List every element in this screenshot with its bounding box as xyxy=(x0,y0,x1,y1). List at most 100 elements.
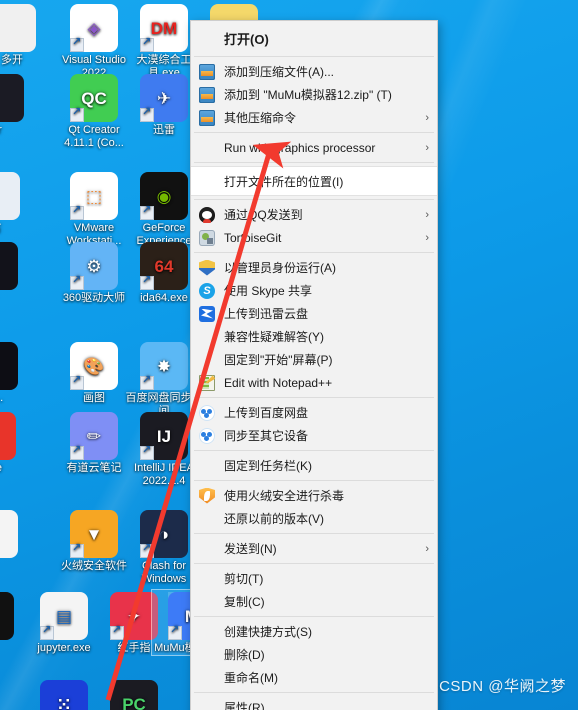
menu-item[interactable]: 删除(D) xyxy=(191,643,437,666)
desktop-icon-visual-studio-icon[interactable]: ◈Visual Studio 2022 xyxy=(54,2,134,80)
desktop-icon-generic-circle-icon[interactable]: m... xyxy=(0,340,34,405)
menu-item[interactable]: Edit with Notepad++ xyxy=(191,371,437,394)
desktop-icon-label: 有道云笔记 xyxy=(66,462,122,474)
menu-item[interactable]: S 使用 Skype 共享 xyxy=(191,279,437,302)
desktop-icon-label: 古 xyxy=(0,222,36,235)
desktop-icon-youdao-note-icon[interactable]: ✏ 有道云笔记 xyxy=(54,410,134,475)
ida64-icon: 64 xyxy=(140,242,188,290)
desktop-icon-huorong-security-icon[interactable]: ▼ 火绒安全软件 xyxy=(54,508,134,573)
menu-item-label: 剪切(T) xyxy=(224,572,264,586)
menu-icon-placeholder xyxy=(199,700,215,710)
chevron-right-icon: › xyxy=(425,141,429,154)
desktop-icon-vmware-icon[interactable]: ⬚VMware Workstati... xyxy=(54,170,134,248)
desktop-icon-360-driver-master-icon[interactable]: ⚙ 360驱动大师 xyxy=(54,240,134,305)
menu-item-label: TortoiseGit xyxy=(224,230,282,245)
multi-open-icon-art xyxy=(0,4,36,52)
menu-item[interactable]: 打开(O) xyxy=(191,23,437,53)
shortcut-arrow-icon xyxy=(70,274,84,290)
desktop-icon-pycharm-icon[interactable]: PC xyxy=(94,678,174,710)
generic-dark-icon-art xyxy=(0,74,24,122)
menu-item[interactable]: 还原以前的版本(V) xyxy=(191,507,437,530)
desktop-icon-label: r xyxy=(0,124,40,137)
baidu-icon xyxy=(199,404,215,421)
menu-item-label: 复制(C) xyxy=(224,595,265,609)
menu-item[interactable]: 创建快捷方式(S) xyxy=(191,620,437,643)
visual-studio-icon: ◈ xyxy=(70,4,118,52)
menu-icon-placeholder xyxy=(199,624,215,640)
menu-icon-placeholder xyxy=(199,571,215,587)
menu-item[interactable]: Run with graphics processor › xyxy=(191,136,437,159)
generic-dark-icon xyxy=(0,74,24,122)
desktop-icon-blue-dots-icon[interactable]: ⁙ xyxy=(24,678,104,710)
desktop-icon-qt-creator-icon[interactable]: QCQt Creator 4.11.1 (Co... xyxy=(54,72,134,150)
menu-item[interactable]: 打开文件所在的位置(I) xyxy=(191,166,437,196)
menu-item[interactable]: 剪切(T) xyxy=(191,567,437,590)
menu-item[interactable]: 以管理员身份运行(A) xyxy=(191,256,437,279)
avatar-icon xyxy=(0,242,18,290)
chat-icon-art xyxy=(0,510,18,558)
shortcut-arrow-icon xyxy=(140,36,154,52)
menu-item[interactable]: 属性(R) xyxy=(191,696,437,710)
qq-icon xyxy=(199,206,215,223)
menu-item[interactable]: 兼容性疑难解答(Y) xyxy=(191,325,437,348)
desktop-icon-generic-icon[interactable]: 古 xyxy=(0,170,36,235)
clash-for-windows-icon: ◑ xyxy=(140,510,188,558)
shortcut-arrow-icon xyxy=(70,374,84,390)
vmware-icon: ⬚ xyxy=(70,172,118,220)
youdao-note-icon: ✏ xyxy=(70,412,118,460)
menu-item-label: 发送到(N) xyxy=(224,542,277,556)
desktop-icon-label: ffice xyxy=(0,462,32,475)
menu-item[interactable]: 其他压缩命令 › xyxy=(191,106,437,129)
menu-item-label: 通过QQ发送到 xyxy=(224,208,303,222)
menu-item[interactable]: 通过QQ发送到 › xyxy=(191,203,437,226)
menu-separator xyxy=(194,252,434,253)
menu-item[interactable]: 复制(C) xyxy=(191,590,437,613)
intellij-idea-icon: IJ xyxy=(140,412,188,460)
desktop-icon-label: e xyxy=(0,292,34,305)
desktop-icon-generic-dark-icon[interactable]: r xyxy=(0,72,40,137)
shortcut-arrow-icon xyxy=(140,106,154,122)
pycharm-icon: PC xyxy=(110,680,158,710)
menu-item-label: Run with graphics processor xyxy=(224,140,376,155)
qq-icon-art xyxy=(0,592,14,640)
menu-item-label: 同步至其它设备 xyxy=(224,429,309,443)
desktop-icon-paint-icon[interactable]: 🎨 画图 xyxy=(54,340,134,405)
menu-item[interactable]: 添加到 "MuMu模拟器12.zip" (T) xyxy=(191,83,437,106)
xunlei-icon xyxy=(199,305,215,322)
menu-icon-placeholder xyxy=(199,173,215,189)
multi-open-icon xyxy=(0,4,36,52)
menu-item-label: 删除(D) xyxy=(224,648,265,662)
desktop-icon-wps-office-icon[interactable]: ffice xyxy=(0,410,32,475)
menu-item-label: 兼容性疑难解答(Y) xyxy=(224,330,324,344)
menu-item[interactable]: 上传到百度网盘 xyxy=(191,401,437,424)
menu-item[interactable]: 固定到"开始"屏幕(P) xyxy=(191,348,437,371)
menu-item[interactable]: TortoiseGit › xyxy=(191,226,437,249)
menu-item[interactable]: 添加到压缩文件(A)... xyxy=(191,60,437,83)
shortcut-arrow-icon xyxy=(70,36,84,52)
desktop-icon-multi-open-icon[interactable]: 多开 xyxy=(0,2,52,67)
menu-item[interactable]: 上传到迅雷云盘 xyxy=(191,302,437,325)
desktop-screen: 多开◈Visual Studio 2022DM大漠综合工具.exe◔QGIS 3… xyxy=(0,0,578,710)
menu-item-label: 以管理员身份运行(A) xyxy=(224,261,336,275)
360-driver-master-icon: ⚙ xyxy=(70,242,118,290)
menu-item[interactable]: 固定到任务栏(K) xyxy=(191,454,437,477)
menu-separator xyxy=(194,162,434,163)
menu-item[interactable]: 使用火绒安全进行杀毒 xyxy=(191,484,437,507)
file-context-menu[interactable]: 打开(O) 添加到压缩文件(A)... 添加到 "MuMu模拟器12.zip" (T… xyxy=(190,20,438,710)
desktop-icon-jupyter-icon[interactable]: ▤ jupyter.exe xyxy=(24,590,104,655)
menu-separator xyxy=(194,692,434,693)
desktop-icon-label: 360驱动大师 xyxy=(62,292,126,304)
pycharm-icon-art: PC xyxy=(110,680,158,710)
wps-office-icon xyxy=(0,412,16,460)
menu-icon-placeholder xyxy=(199,30,215,46)
menu-item[interactable]: 重命名(M) xyxy=(191,666,437,689)
desktop-icon-chat-icon[interactable] xyxy=(0,508,34,560)
menu-item[interactable]: 发送到(N) › xyxy=(191,537,437,560)
shortcut-arrow-icon xyxy=(140,274,154,290)
menu-item[interactable]: 同步至其它设备 xyxy=(191,424,437,447)
desktop-icon-avatar-icon[interactable]: e xyxy=(0,240,34,305)
menu-icon-placeholder xyxy=(199,329,215,345)
menu-separator xyxy=(194,199,434,200)
desktop-icon-label: m... xyxy=(0,392,4,404)
menu-item-label: 打开文件所在的位置(I) xyxy=(224,174,344,189)
